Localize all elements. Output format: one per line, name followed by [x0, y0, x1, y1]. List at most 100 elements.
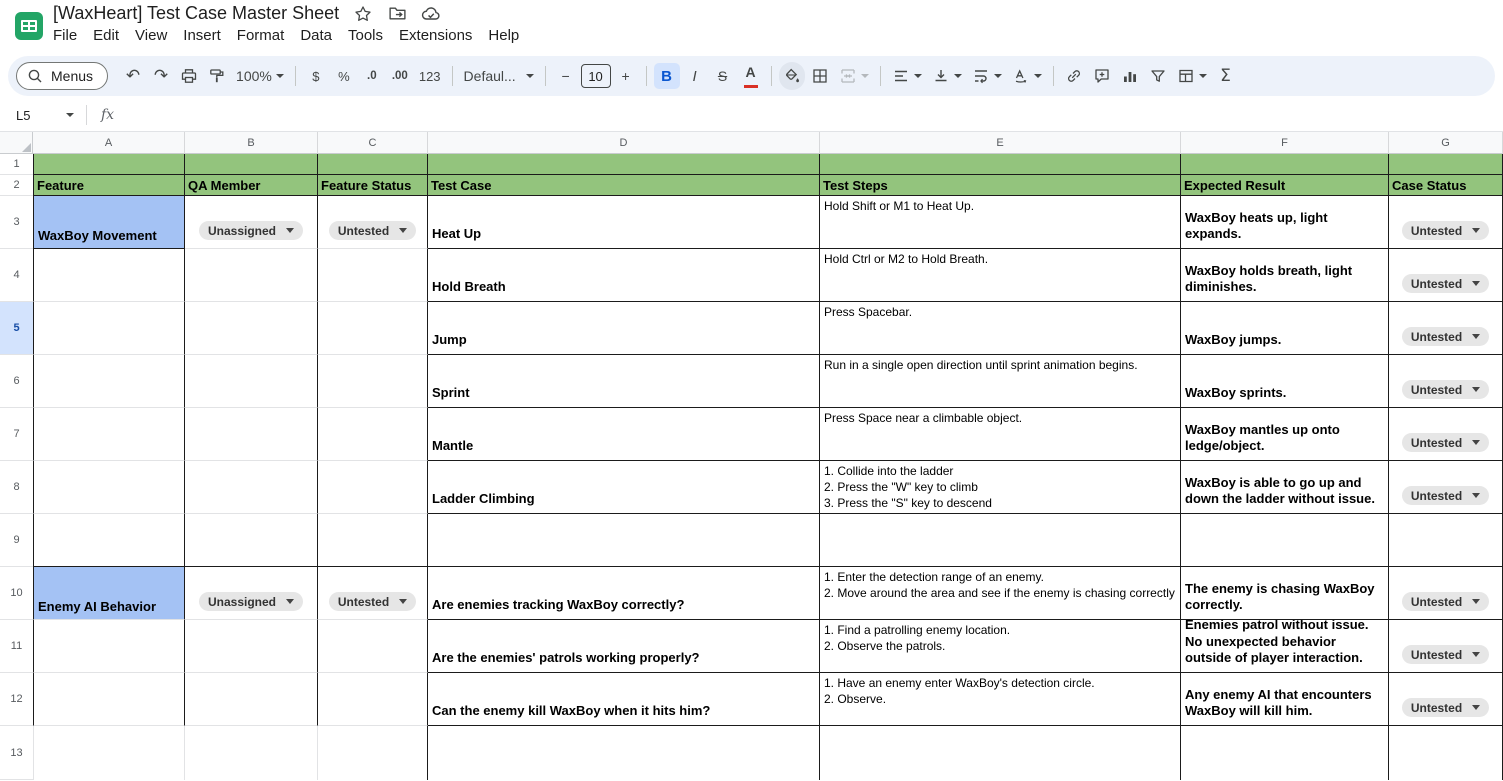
cell-F2[interactable]: Expected Result [1181, 175, 1389, 196]
row-header-8[interactable]: 8 [0, 461, 33, 514]
cell-F12[interactable]: Any enemy AI that encounters WaxBoy will… [1181, 673, 1389, 726]
cell-G12[interactable]: Untested [1389, 673, 1503, 726]
cell-G11[interactable]: Untested [1389, 620, 1503, 673]
cell-E9[interactable] [820, 514, 1181, 567]
create-filter-button[interactable] [1145, 62, 1171, 90]
row-header-10[interactable]: 10 [0, 567, 33, 620]
column-header-C[interactable]: C [318, 132, 428, 154]
cell-F3[interactable]: WaxBoy heats up, light expands. [1181, 196, 1389, 249]
cell-B6[interactable] [185, 355, 318, 408]
row-header-5[interactable]: 5 [0, 302, 33, 355]
menu-data[interactable]: Data [292, 25, 340, 46]
row-header-11[interactable]: 11 [0, 620, 33, 673]
cell-C4[interactable] [318, 249, 428, 302]
text-wrap-button[interactable] [968, 62, 1006, 90]
cell-D5[interactable]: Jump [428, 302, 820, 355]
dropdown-chip[interactable]: Untested [1402, 433, 1489, 452]
column-header-E[interactable]: E [820, 132, 1181, 154]
cell-B5[interactable] [185, 302, 318, 355]
row-header-2[interactable]: 2 [0, 175, 33, 196]
cell-A5[interactable] [33, 302, 185, 355]
cell-E3[interactable]: Hold Shift or M1 to Heat Up. [820, 196, 1181, 249]
cell-D3[interactable]: Heat Up [428, 196, 820, 249]
star-button[interactable] [353, 4, 373, 24]
cell-A9[interactable] [33, 514, 185, 567]
move-button[interactable] [387, 4, 407, 24]
dropdown-chip[interactable]: Unassigned [199, 592, 303, 611]
dropdown-chip[interactable]: Untested [1402, 698, 1489, 717]
formula-input[interactable] [126, 99, 1503, 131]
cell-C5[interactable] [318, 302, 428, 355]
cell-E12[interactable]: 1. Have an enemy enter WaxBoy's detectio… [820, 673, 1181, 726]
row-header-7[interactable]: 7 [0, 408, 33, 461]
cell-B3[interactable]: Unassigned [185, 196, 318, 249]
cell-E8[interactable]: 1. Collide into the ladder 2. Press the … [820, 461, 1181, 514]
cell-C8[interactable] [318, 461, 428, 514]
cell-E6[interactable]: Run in a single open direction until spr… [820, 355, 1181, 408]
cell-G2[interactable]: Case Status [1389, 175, 1503, 196]
cell-B13[interactable] [185, 726, 318, 780]
cell-C12[interactable] [318, 673, 428, 726]
dropdown-chip[interactable]: Untested [1402, 486, 1489, 505]
font-size-input[interactable]: 10 [581, 64, 611, 88]
cell-A7[interactable] [33, 408, 185, 461]
cell-A3[interactable]: WaxBoy Movement [33, 196, 185, 249]
cell-B4[interactable] [185, 249, 318, 302]
row-header-13[interactable]: 13 [0, 726, 33, 780]
cell-D7[interactable]: Mantle [428, 408, 820, 461]
functions-button[interactable]: Σ [1213, 62, 1239, 90]
cell-D8[interactable]: Ladder Climbing [428, 461, 820, 514]
menu-insert[interactable]: Insert [175, 25, 229, 46]
cell-F8[interactable]: WaxBoy is able to go up and down the lad… [1181, 461, 1389, 514]
cell-F10[interactable]: The enemy is chasing WaxBoy correctly. [1181, 567, 1389, 620]
column-header-G[interactable]: G [1389, 132, 1503, 154]
cell-G7[interactable]: Untested [1389, 408, 1503, 461]
increase-decimals-button[interactable]: .00 [387, 62, 413, 90]
cell-D12[interactable]: Can the enemy kill WaxBoy when it hits h… [428, 673, 820, 726]
cell-E1[interactable] [820, 154, 1181, 175]
cell-B8[interactable] [185, 461, 318, 514]
dropdown-chip[interactable]: Untested [1402, 645, 1489, 664]
cell-A12[interactable] [33, 673, 185, 726]
cell-A11[interactable] [33, 620, 185, 673]
document-status-button[interactable] [421, 4, 441, 24]
fill-color-button[interactable] [779, 62, 805, 90]
cell-D9[interactable] [428, 514, 820, 567]
zoom-select[interactable]: 100% [232, 62, 288, 90]
cell-A2[interactable]: Feature [33, 175, 185, 196]
cell-E4[interactable]: Hold Ctrl or M2 to Hold Breath. [820, 249, 1181, 302]
horizontal-align-button[interactable] [888, 62, 926, 90]
insert-chart-button[interactable] [1117, 62, 1143, 90]
column-header-F[interactable]: F [1181, 132, 1389, 154]
cell-G4[interactable]: Untested [1389, 249, 1503, 302]
borders-button[interactable] [807, 62, 833, 90]
table-views-button[interactable] [1173, 62, 1211, 90]
cell-B10[interactable]: Unassigned [185, 567, 318, 620]
cell-C1[interactable] [318, 154, 428, 175]
dropdown-chip[interactable]: Untested [1402, 274, 1489, 293]
cell-F4[interactable]: WaxBoy holds breath, light diminishes. [1181, 249, 1389, 302]
cell-D13[interactable] [428, 726, 820, 780]
cell-D4[interactable]: Hold Breath [428, 249, 820, 302]
dropdown-chip[interactable]: Untested [1402, 221, 1489, 240]
cell-E7[interactable]: Press Space near a climbable object. [820, 408, 1181, 461]
row-header-3[interactable]: 3 [0, 196, 33, 249]
document-title[interactable]: [WaxHeart] Test Case Master Sheet [53, 3, 339, 24]
cell-E11[interactable]: 1. Find a patrolling enemy location. 2. … [820, 620, 1181, 673]
print-button[interactable] [176, 62, 202, 90]
cell-G1[interactable] [1389, 154, 1503, 175]
menu-tools[interactable]: Tools [340, 25, 391, 46]
menu-help[interactable]: Help [480, 25, 527, 46]
cell-B7[interactable] [185, 408, 318, 461]
cell-D6[interactable]: Sprint [428, 355, 820, 408]
menus-button[interactable]: Menus [16, 62, 108, 90]
vertical-align-button[interactable] [928, 62, 966, 90]
cell-D2[interactable]: Test Case [428, 175, 820, 196]
cell-G9[interactable] [1389, 514, 1503, 567]
column-header-A[interactable]: A [33, 132, 185, 154]
dropdown-chip[interactable]: Unassigned [199, 221, 303, 240]
cell-F1[interactable] [1181, 154, 1389, 175]
cell-B11[interactable] [185, 620, 318, 673]
cell-B2[interactable]: QA Member [185, 175, 318, 196]
cell-C7[interactable] [318, 408, 428, 461]
